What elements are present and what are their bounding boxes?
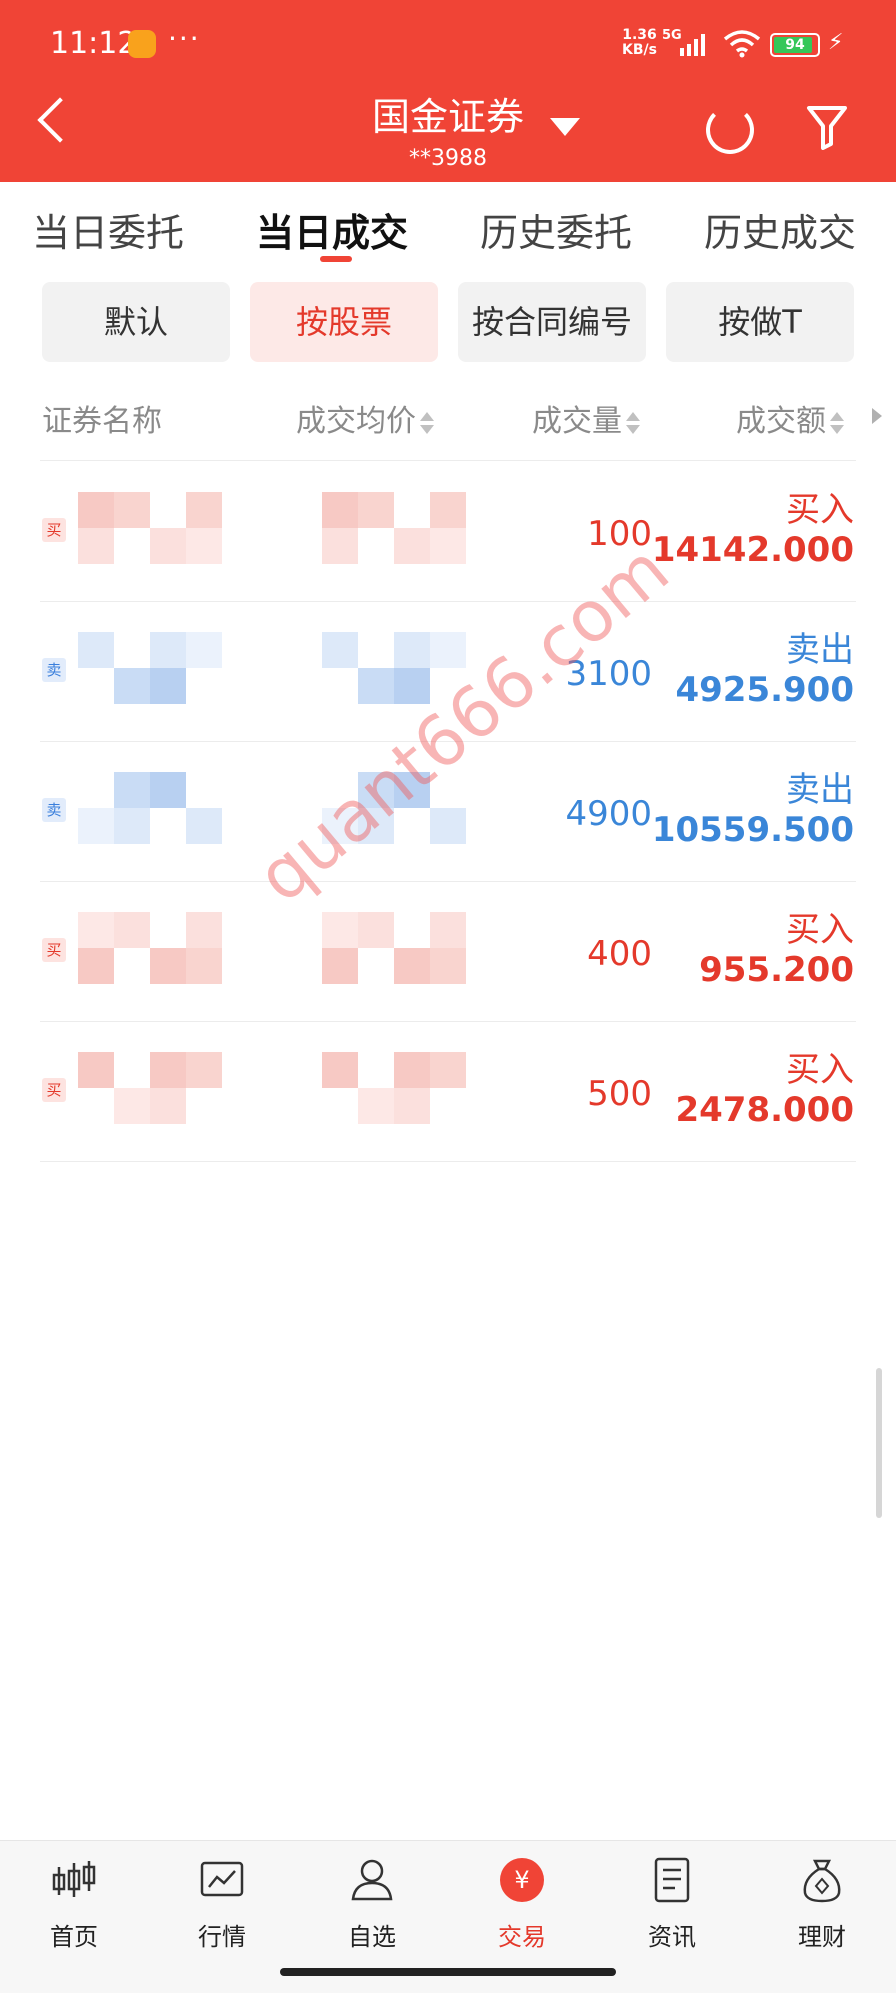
money-bag-icon xyxy=(803,1859,841,1903)
table-row[interactable]: 买 400 买入 955.200 xyxy=(0,882,896,1022)
tab-bar: 当日委托 当日成交 历史委托 历史成交 xyxy=(0,182,896,272)
row-divider xyxy=(40,1161,856,1162)
table-row[interactable]: 买 100 买入 14142.000 xyxy=(0,462,896,602)
battery-level: 94 xyxy=(785,37,805,53)
sort-icon xyxy=(830,410,844,436)
trade-quantity: 400 xyxy=(587,934,652,974)
wifi-icon xyxy=(723,30,761,58)
scrollbar[interactable] xyxy=(876,1368,882,1518)
buy-badge: 买 xyxy=(42,518,66,542)
trade-direction: 买入 xyxy=(786,910,854,950)
tab-history-trades[interactable]: 历史成交 xyxy=(704,202,856,257)
user-icon xyxy=(351,1859,393,1901)
app-header: 11:12 ··· 1.36 KB/s 5G 94 ⚡ 国金证券 **3988 xyxy=(0,0,896,182)
battery-icon: 94 xyxy=(770,33,820,57)
yuan-icon: ¥ xyxy=(500,1858,544,1902)
nav-news[interactable]: 资讯 xyxy=(612,1855,732,1952)
nav-trade-label: 交易 xyxy=(498,1923,546,1951)
candlestick-icon xyxy=(52,1861,96,1897)
nav-trade[interactable]: ¥ 交易 xyxy=(462,1855,582,1952)
trade-quantity: 500 xyxy=(587,1074,652,1114)
filter-icon[interactable] xyxy=(806,104,848,150)
header-divider xyxy=(40,460,856,461)
nav-wealth-label: 理财 xyxy=(798,1923,846,1951)
trade-amount: 955.200 xyxy=(699,950,854,990)
filter-default[interactable]: 默认 xyxy=(42,282,230,362)
filter-by-contract[interactable]: 按合同编号 xyxy=(458,282,646,362)
column-header-amount-label: 成交额 xyxy=(736,404,826,439)
trade-quantity: 4900 xyxy=(565,794,652,834)
svg-text:¥: ¥ xyxy=(514,1866,529,1894)
broker-title[interactable]: 国金证券 xyxy=(0,86,896,141)
network-speed: 1.36 KB/s xyxy=(622,28,657,58)
column-header-amount[interactable]: 成交额 xyxy=(736,396,844,440)
trade-direction: 卖出 xyxy=(786,770,854,810)
notification-app-icon xyxy=(128,30,156,58)
signal-icon xyxy=(680,32,714,56)
buy-badge: 买 xyxy=(42,938,66,962)
trade-direction: 买入 xyxy=(786,1050,854,1090)
home-indicator[interactable] xyxy=(280,1968,616,1976)
tab-today-orders[interactable]: 当日委托 xyxy=(32,202,184,257)
scroll-right-icon[interactable] xyxy=(872,408,882,424)
network-speed-unit: KB/s xyxy=(622,42,657,58)
trade-amount: 10559.500 xyxy=(651,810,854,850)
nav-home[interactable]: 首页 xyxy=(14,1855,134,1952)
column-header-name: 证券名称 xyxy=(42,396,162,440)
sort-icon xyxy=(626,410,640,436)
caret-down-icon[interactable] xyxy=(550,118,580,136)
status-bar: 11:12 ··· 1.36 KB/s 5G 94 ⚡ xyxy=(0,0,896,90)
trade-amount: 14142.000 xyxy=(651,530,854,570)
filter-by-t-trade[interactable]: 按做T xyxy=(666,282,854,362)
refresh-icon[interactable] xyxy=(706,106,754,154)
network-speed-value: 1.36 xyxy=(622,27,657,43)
column-header-name-label: 证券名称 xyxy=(42,404,162,439)
status-time: 11:12 xyxy=(50,26,137,61)
nav-news-label: 资讯 xyxy=(648,1923,696,1951)
document-icon xyxy=(654,1857,690,1903)
more-notifications-icon: ··· xyxy=(168,22,201,55)
sell-badge: 卖 xyxy=(42,658,66,682)
sort-icon xyxy=(420,410,434,436)
account-number: **3988 xyxy=(409,146,487,171)
nav-wealth[interactable]: 理财 xyxy=(762,1855,882,1952)
column-header-avg-price[interactable]: 成交均价 xyxy=(296,396,434,440)
nav-watchlist-label: 自选 xyxy=(348,1923,396,1951)
sell-badge: 卖 xyxy=(42,798,66,822)
network-type: 5G xyxy=(662,28,682,43)
nav-market[interactable]: 行情 xyxy=(162,1855,282,1952)
charging-icon: ⚡ xyxy=(828,30,844,55)
trade-amount: 2478.000 xyxy=(675,1090,854,1130)
trade-amount: 4925.900 xyxy=(675,670,854,710)
trade-direction: 卖出 xyxy=(786,630,854,670)
tab-today-trades[interactable]: 当日成交 xyxy=(256,202,408,257)
filter-by-stock[interactable]: 按股票 xyxy=(250,282,438,362)
nav-market-label: 行情 xyxy=(198,1923,246,1951)
buy-badge: 买 xyxy=(42,1078,66,1102)
nav-home-label: 首页 xyxy=(50,1923,98,1951)
column-header-quantity-label: 成交量 xyxy=(532,404,622,439)
table-row[interactable]: 买 500 买入 2478.000 xyxy=(0,1022,896,1162)
tab-history-orders[interactable]: 历史委托 xyxy=(480,202,632,257)
column-header-quantity[interactable]: 成交量 xyxy=(532,396,640,440)
nav-watchlist[interactable]: 自选 xyxy=(312,1855,432,1952)
chart-icon xyxy=(200,1861,244,1897)
active-tab-indicator xyxy=(320,256,352,262)
column-header-avg-price-label: 成交均价 xyxy=(296,404,416,439)
trade-direction: 买入 xyxy=(786,490,854,530)
